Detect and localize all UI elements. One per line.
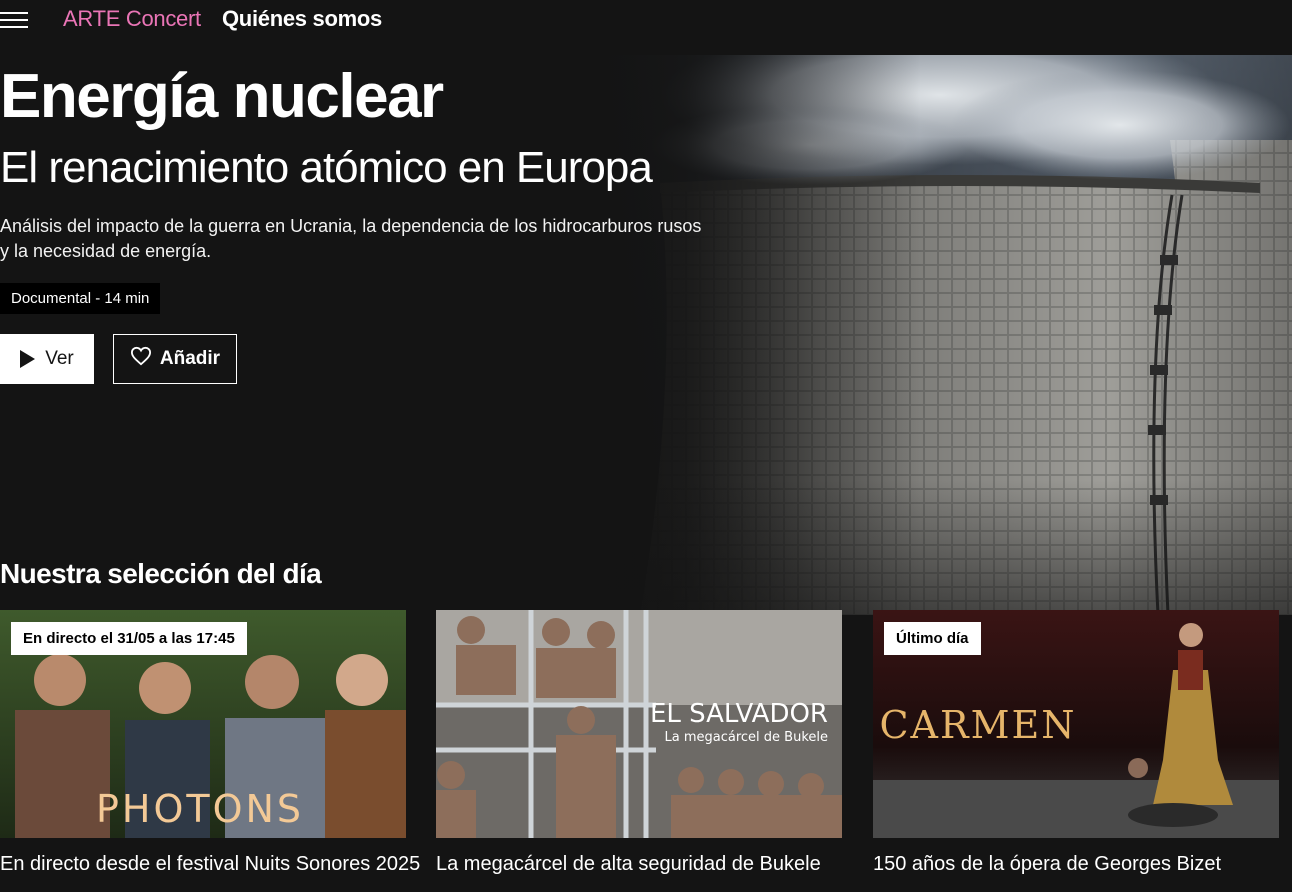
play-button[interactable]: Ver xyxy=(0,334,94,384)
add-button-label: Añadir xyxy=(159,348,221,369)
hero-meta-badge: Documental - 14 min xyxy=(0,283,161,314)
nav-link-arte-concert[interactable]: ARTE Concert xyxy=(63,6,201,32)
teaser-card-carmen[interactable]: CARMEN Último día 150 años de la ópera d… xyxy=(873,610,1279,875)
teaser-card-el-salvador[interactable]: EL SALVADOR La megacárcel de Bukele La m… xyxy=(436,610,842,875)
hero-subtitle: El renacimiento atómico en Europa xyxy=(0,143,653,192)
card-caption[interactable]: La megacárcel de alta seguridad de Bukel… xyxy=(436,850,896,878)
teaser-card-photons[interactable]: PHOTONS En directo el 31/05 a las 17:45 … xyxy=(0,610,420,875)
section-title: Nuestra selección del día xyxy=(0,558,322,589)
hamburger-menu-icon[interactable] xyxy=(0,12,28,28)
play-button-label: Ver xyxy=(45,348,74,369)
heart-icon xyxy=(130,346,152,372)
card-thumbnail: EL SALVADOR La megacárcel de Bukele xyxy=(436,610,842,838)
hero-image-fade-bottom xyxy=(560,480,1292,615)
hero-description: Análisis del impacto de la guerra en Ucr… xyxy=(0,216,702,261)
top-navigation: ARTE Concert Quiénes somos xyxy=(0,0,1292,40)
add-to-list-button[interactable]: Añadir xyxy=(113,334,237,384)
card-caption[interactable]: En directo desde el festival Nuits Sonor… xyxy=(0,850,460,878)
card-thumbnail: CARMEN Último día xyxy=(873,610,1279,838)
card-thumbnail-subtitle: La megacárcel de Bukele xyxy=(665,730,829,745)
live-badge: En directo el 31/05 a las 17:45 xyxy=(11,622,247,655)
card-thumbnail-title: PHOTONS xyxy=(96,787,304,831)
play-icon xyxy=(20,350,36,368)
card-thumbnail-title: EL SALVADOR xyxy=(650,699,828,729)
nav-link-about[interactable]: Quiénes somos xyxy=(222,6,382,32)
card-caption[interactable]: 150 años de la ópera de Georges Bizet xyxy=(873,850,1292,878)
hero-title: Energía nuclear xyxy=(0,62,444,131)
card-thumbnail-title: CARMEN xyxy=(879,703,1076,747)
card-thumbnail: PHOTONS En directo el 31/05 a las 17:45 xyxy=(0,610,406,838)
last-day-badge: Último día xyxy=(884,622,981,655)
